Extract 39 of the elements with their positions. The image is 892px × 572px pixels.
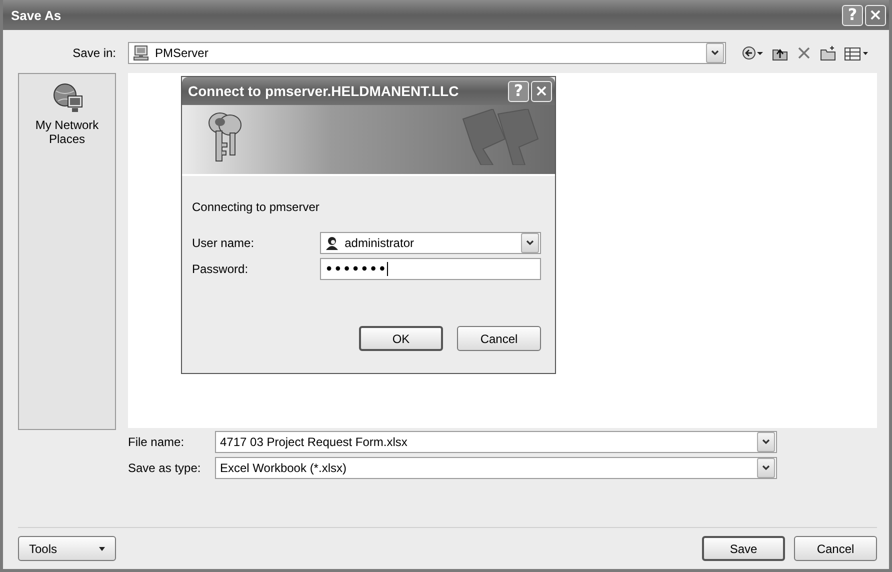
save-in-label: Save in:: [72, 46, 117, 60]
dialog-button[interactable]: Save: [702, 536, 785, 561]
chevron-down-icon: [526, 240, 534, 246]
password-field[interactable]: •••••••: [320, 258, 541, 280]
dropdown-button[interactable]: [521, 233, 539, 253]
field-label: File name:: [128, 435, 186, 449]
window-title: Save As: [11, 8, 62, 22]
dialog-title: Connect to pmserver.HELDMANENT.LLC: [188, 83, 459, 99]
user-name-dropdown[interactable]: administrator: [320, 232, 541, 254]
save-in-value: PMServer: [155, 46, 210, 60]
views-menu-icon: [844, 45, 868, 61]
close-button[interactable]: ×: [531, 80, 552, 102]
chevron-down-icon: [711, 50, 719, 56]
chevron-down-icon: [762, 439, 770, 445]
tools-button[interactable]: Tools: [18, 536, 116, 561]
toolbar-button[interactable]: [818, 43, 838, 63]
dialog-button[interactable]: Cancel: [457, 326, 541, 351]
save-in-dropdown[interactable]: PMServer: [128, 42, 726, 64]
field-label: User name:: [192, 236, 256, 250]
field-label: Password:: [192, 262, 250, 276]
back-icon: [742, 45, 764, 61]
chevron-down-icon: [762, 465, 770, 471]
dropdown-button[interactable]: [706, 43, 724, 63]
dropdown-button[interactable]: [757, 458, 775, 478]
dialog-message: Connecting to pmserver: [192, 200, 320, 214]
dialog-button[interactable]: Cancel: [794, 536, 877, 561]
new-folder-icon: [820, 45, 836, 61]
text-cursor: [386, 262, 388, 276]
user-icon: [324, 236, 339, 250]
caret-down-icon: [99, 546, 105, 550]
field-label: Save as type:: [128, 461, 202, 475]
dropdown-field[interactable]: Excel Workbook (*.xlsx): [215, 457, 777, 479]
dropdown-field[interactable]: 4717 03 Project Request Form.xlsx: [215, 431, 777, 453]
delete-icon: [796, 45, 812, 61]
close-button[interactable]: ×: [865, 4, 886, 26]
computer-icon: [133, 45, 149, 61]
places-item[interactable]: My Network Places: [19, 80, 115, 148]
dropdown-button[interactable]: [757, 432, 775, 452]
dialog-button[interactable]: OK: [359, 326, 443, 351]
